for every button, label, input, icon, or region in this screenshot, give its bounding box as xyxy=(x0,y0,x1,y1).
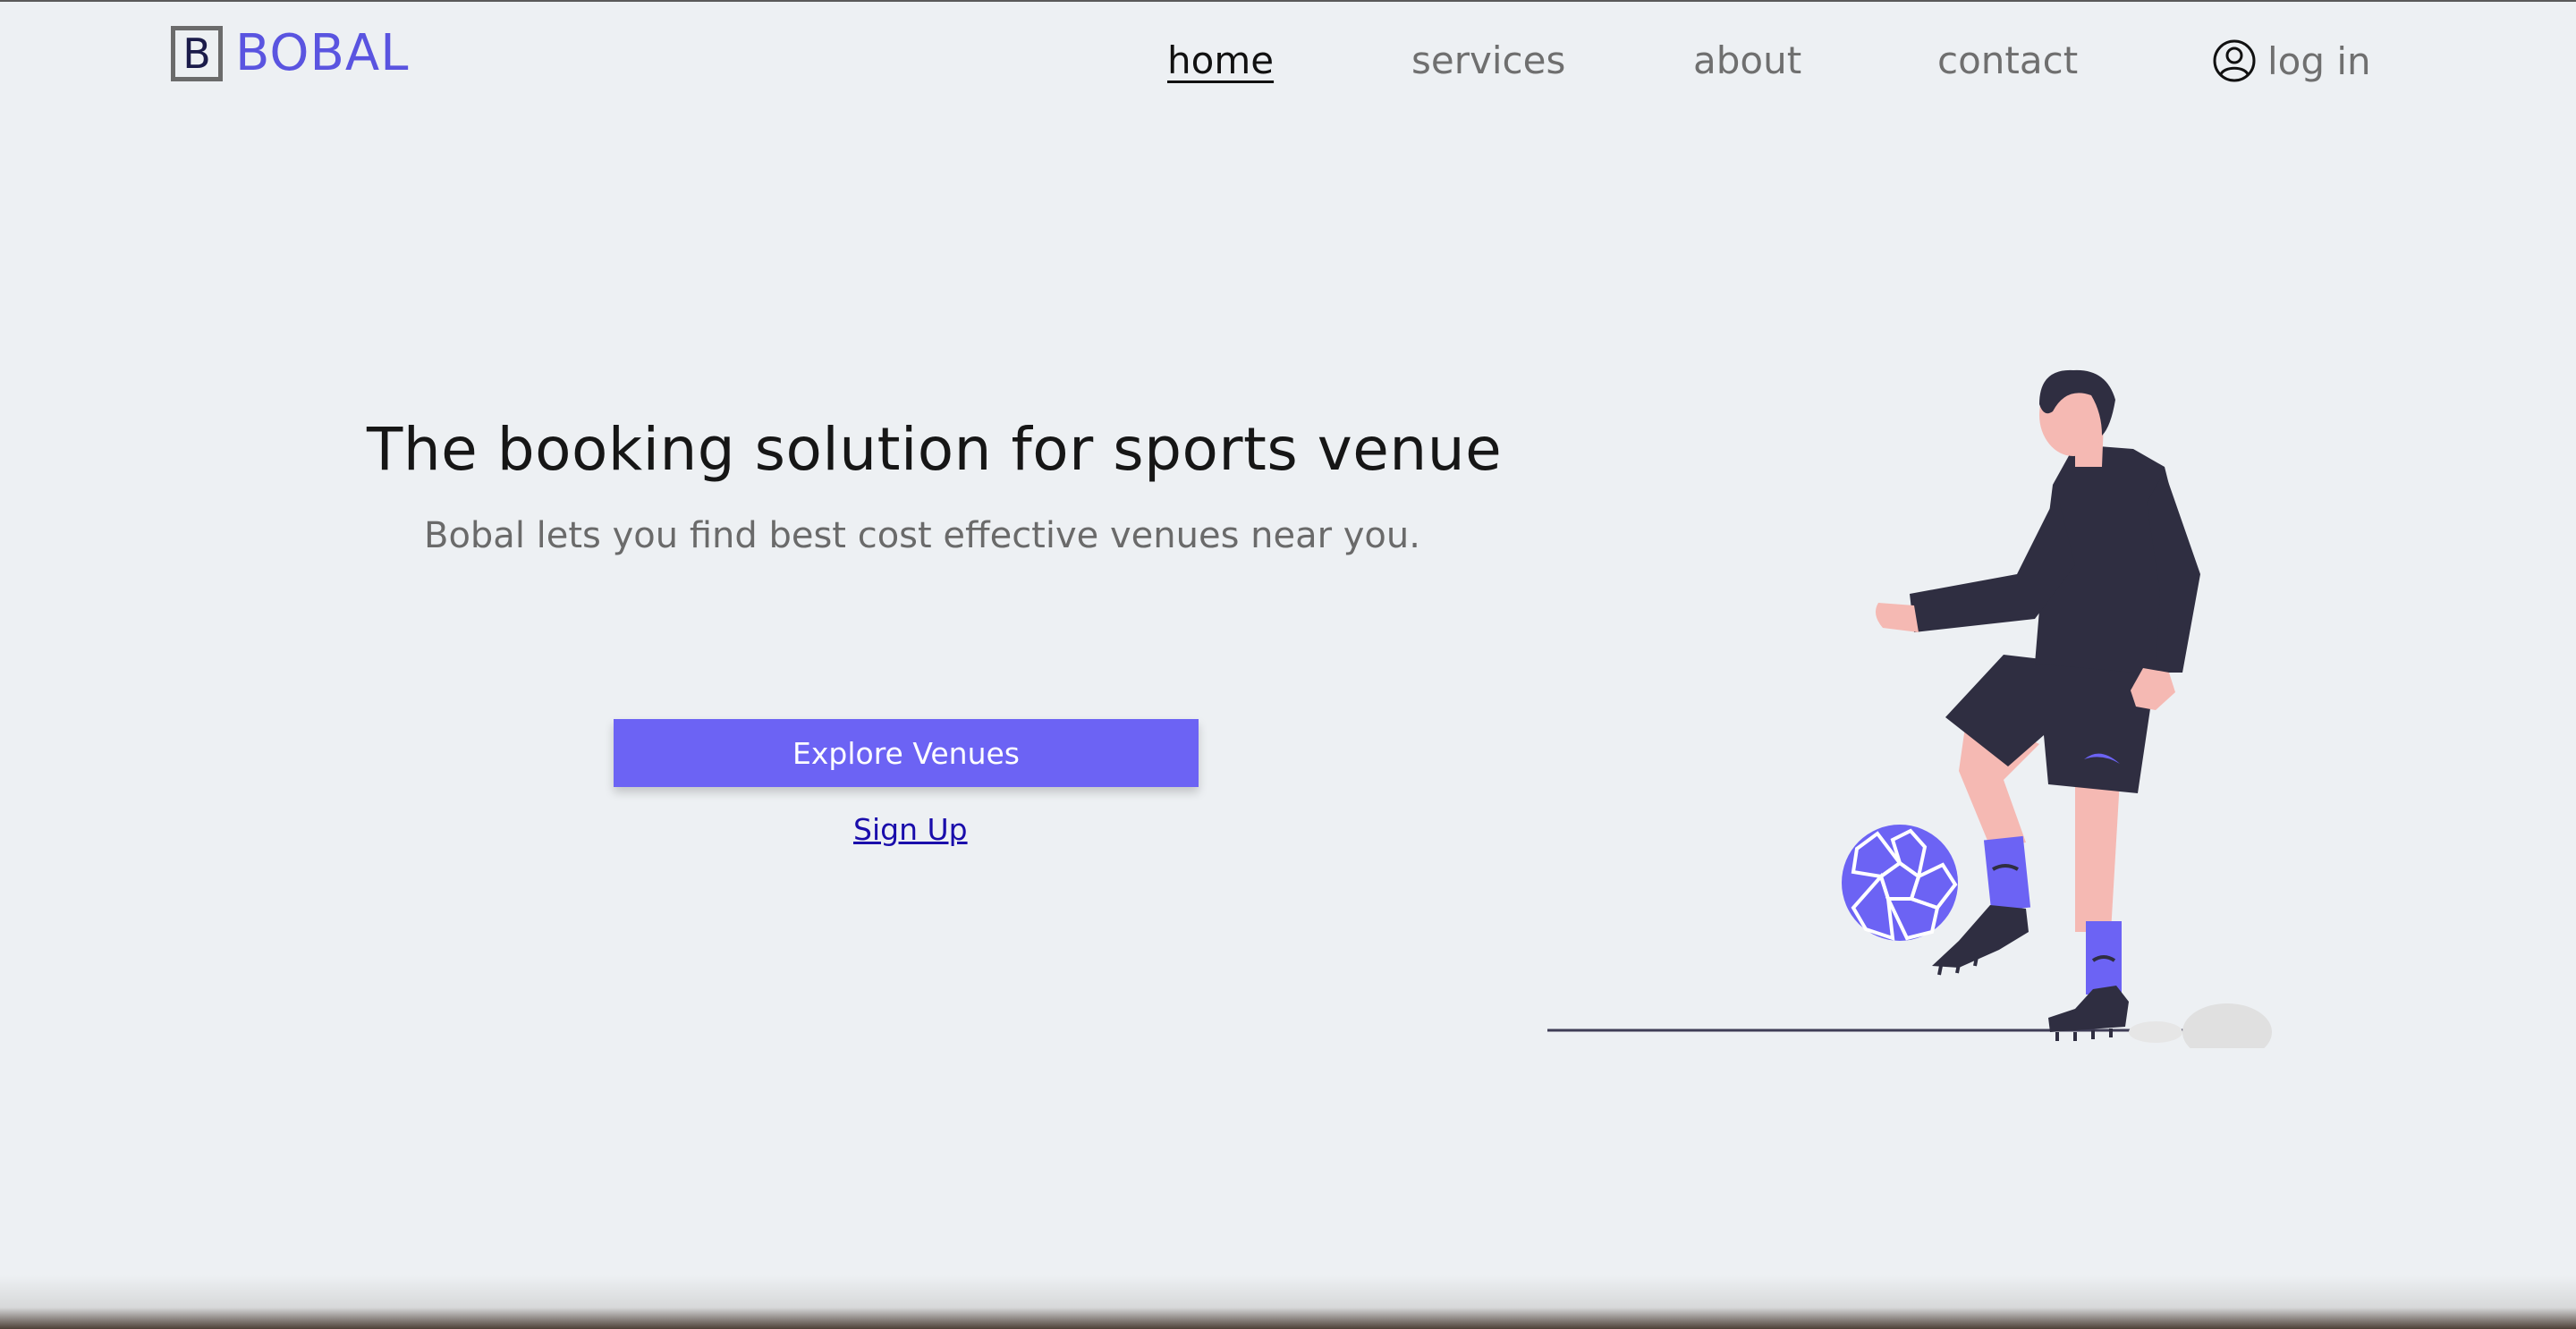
hero-subtitle: Bobal lets you find best cost effective … xyxy=(424,515,1420,556)
ground-shadow xyxy=(2182,1003,2272,1048)
bottom-edge-shadow xyxy=(0,1275,2576,1329)
nav-login-link[interactable]: log in xyxy=(2212,34,2371,88)
nav-about-link[interactable]: about xyxy=(1693,34,1801,88)
hero-title: The booking solution for sports venue xyxy=(367,415,1503,484)
nav-contact-link[interactable]: contact xyxy=(1937,34,2078,88)
sign-up-link[interactable]: Sign Up xyxy=(853,812,968,847)
top-navigation: home services about contact log in xyxy=(0,34,2576,88)
soccer-ball xyxy=(1842,825,1958,941)
front-sock xyxy=(1983,835,2031,912)
explore-venues-button[interactable]: Explore Venues xyxy=(614,719,1199,787)
nav-services-link[interactable]: services xyxy=(1411,34,1565,88)
soccer-player-illustration xyxy=(1547,369,2272,1048)
ground-shadow-small xyxy=(2129,1021,2182,1043)
landing-page: B BOBAL home services about contact log … xyxy=(0,0,2576,1329)
nav-home-link[interactable]: home xyxy=(1167,34,1274,88)
left-hand xyxy=(1875,603,1919,632)
login-label: log in xyxy=(2267,38,2371,83)
user-circle-icon xyxy=(2213,39,2256,82)
